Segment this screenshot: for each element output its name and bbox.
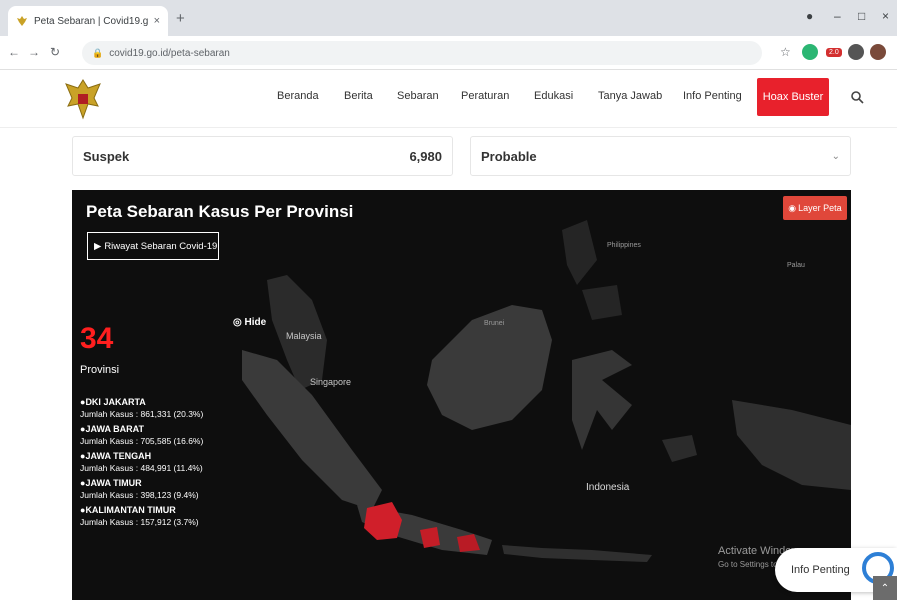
layers-icon: ◉ xyxy=(788,202,797,213)
province-item: ●JAWA TIMUR Jumlah Kasus : 398,123 (9.4%… xyxy=(80,478,230,500)
province-count-label: Provinsi xyxy=(80,364,120,376)
suspek-label: Suspek xyxy=(83,148,130,164)
chevron-down-icon: ⌄ xyxy=(831,150,840,162)
map-label-singapore: Singapore xyxy=(310,377,352,387)
distribution-map[interactable]: Malaysia Singapore Brunei Palau Philippi… xyxy=(72,190,851,600)
address-url: covid19.go.id/peta-sebaran xyxy=(109,47,230,59)
hide-label: Hide xyxy=(244,317,267,328)
map-label-philippines: Philippines xyxy=(607,242,641,249)
browser-tabstrip: Peta Sebaran | Covid19.go.id × + ● – □ × xyxy=(0,0,897,36)
reload-icon[interactable]: ↻ xyxy=(50,45,60,59)
extension-badge: 2.0 xyxy=(826,48,842,57)
nav-edukasi[interactable]: Edukasi xyxy=(534,90,573,102)
bookmark-star-icon[interactable]: ☆ xyxy=(780,45,791,59)
province-name: DKI JAKARTA xyxy=(85,397,146,407)
category-select-value: Probable xyxy=(481,148,537,164)
layer-peta-label: Layer Peta xyxy=(798,203,842,213)
nav-info-penting[interactable]: Info Penting xyxy=(683,90,742,102)
philippines-landmass xyxy=(562,220,597,285)
suspek-card: Suspek 6,980 xyxy=(72,136,453,176)
province-name: JAWA TENGAH xyxy=(85,451,152,461)
province-item: ●JAWA BARAT Jumlah Kasus : 705,585 (16.6… xyxy=(80,424,230,446)
maluku-landmass xyxy=(662,435,697,462)
map-label-palau: Palau xyxy=(787,262,805,269)
garuda-favicon-icon xyxy=(17,16,27,26)
jawa-tengah-hotspot xyxy=(420,527,440,548)
browser-tab[interactable]: Peta Sebaran | Covid19.go.id × xyxy=(8,6,168,36)
lesser-sunda-landmass xyxy=(502,545,652,562)
map-label-malaysia: Malaysia xyxy=(286,331,322,341)
scroll-top-icon[interactable]: ⌃ xyxy=(873,576,897,600)
play-icon: ▶ xyxy=(94,240,102,252)
nav-berita[interactable]: Berita xyxy=(344,90,373,102)
province-cases: Jumlah Kasus : 157,912 (3.7%) xyxy=(80,517,199,527)
province-cases: Jumlah Kasus : 861,331 (20.3%) xyxy=(80,409,204,419)
garuda-logo-icon[interactable] xyxy=(60,76,106,122)
lock-icon: 🔒 xyxy=(92,47,104,58)
suspek-value: 6,980 xyxy=(409,148,442,164)
minimize-window-icon[interactable]: – xyxy=(834,9,841,23)
new-tab-button[interactable]: + xyxy=(176,10,185,27)
map-label-brunei: Brunei xyxy=(484,320,505,327)
category-select[interactable]: Probable ⌄ xyxy=(470,136,851,176)
province-name: JAWA TIMUR xyxy=(85,478,142,488)
nav-sebaran[interactable]: Sebaran xyxy=(397,90,439,102)
riwayat-sebaran-label: Riwayat Sebaran Covid-19 xyxy=(104,240,218,252)
extension-green-icon[interactable] xyxy=(802,44,818,60)
layer-peta-button[interactable]: ◉ Layer Peta xyxy=(783,196,847,220)
province-item: ●KALIMANTAN TIMUR Jumlah Kasus : 157,912… xyxy=(80,505,230,527)
tab-close-icon[interactable]: × xyxy=(154,15,160,27)
back-arrow-icon[interactable]: ← xyxy=(8,45,20,59)
hide-panel-link[interactable]: ◎ Hide xyxy=(233,317,266,328)
province-cases: Jumlah Kasus : 484,991 (11.4%) xyxy=(80,463,203,473)
province-item: ●JAWA TENGAH Jumlah Kasus : 484,991 (11.… xyxy=(80,451,230,473)
province-cases: Jumlah Kasus : 398,123 (9.4%) xyxy=(80,490,199,500)
tab-title: Peta Sebaran | Covid19.go.id xyxy=(34,15,148,27)
riwayat-sebaran-button[interactable]: ▶ Riwayat Sebaran Covid-19 xyxy=(87,232,219,260)
province-cases: Jumlah Kasus : 705,585 (16.6%) xyxy=(80,436,204,446)
province-item: ●DKI JAKARTA Jumlah Kasus : 861,331 (20.… xyxy=(80,397,230,419)
search-icon[interactable] xyxy=(850,90,864,104)
map-title: Peta Sebaran Kasus Per Provinsi xyxy=(86,202,354,221)
eye-slash-icon: ◎ xyxy=(233,317,242,328)
forward-arrow-icon[interactable]: → xyxy=(28,45,40,59)
account-circle-icon[interactable]: ● xyxy=(806,9,813,23)
hoax-buster-button[interactable]: Hoax Buster xyxy=(757,78,829,116)
site-header: Beranda Berita Sebaran Peraturan Edukasi… xyxy=(0,70,897,128)
province-list: ●DKI JAKARTA Jumlah Kasus : 861,331 (20.… xyxy=(80,397,230,532)
browser-toolbar: ← → ↻ 🔒 covid19.go.id/peta-sebaran ☆ 2.0 xyxy=(0,36,897,70)
mindanao-landmass xyxy=(582,285,622,320)
nav-beranda[interactable]: Beranda xyxy=(277,90,319,102)
sulawesi-landmass xyxy=(572,350,632,450)
map-label-indonesia: Indonesia xyxy=(586,482,630,493)
address-bar[interactable]: 🔒 covid19.go.id/peta-sebaran xyxy=(82,41,762,65)
profile-avatar-icon[interactable] xyxy=(870,44,886,60)
extensions-puzzle-icon[interactable] xyxy=(848,44,864,60)
close-window-icon[interactable]: × xyxy=(882,9,889,23)
province-name: JAWA BARAT xyxy=(85,424,144,434)
province-name: KALIMANTAN TIMUR xyxy=(85,505,176,515)
maximize-window-icon[interactable]: □ xyxy=(858,9,865,23)
nav-peraturan[interactable]: Peraturan xyxy=(461,90,509,102)
papua-landmass xyxy=(732,400,851,490)
nav-tanya-jawab[interactable]: Tanya Jawab xyxy=(598,90,662,102)
province-count: 34 xyxy=(80,322,114,355)
jabodetabek-hotspot xyxy=(364,502,402,540)
